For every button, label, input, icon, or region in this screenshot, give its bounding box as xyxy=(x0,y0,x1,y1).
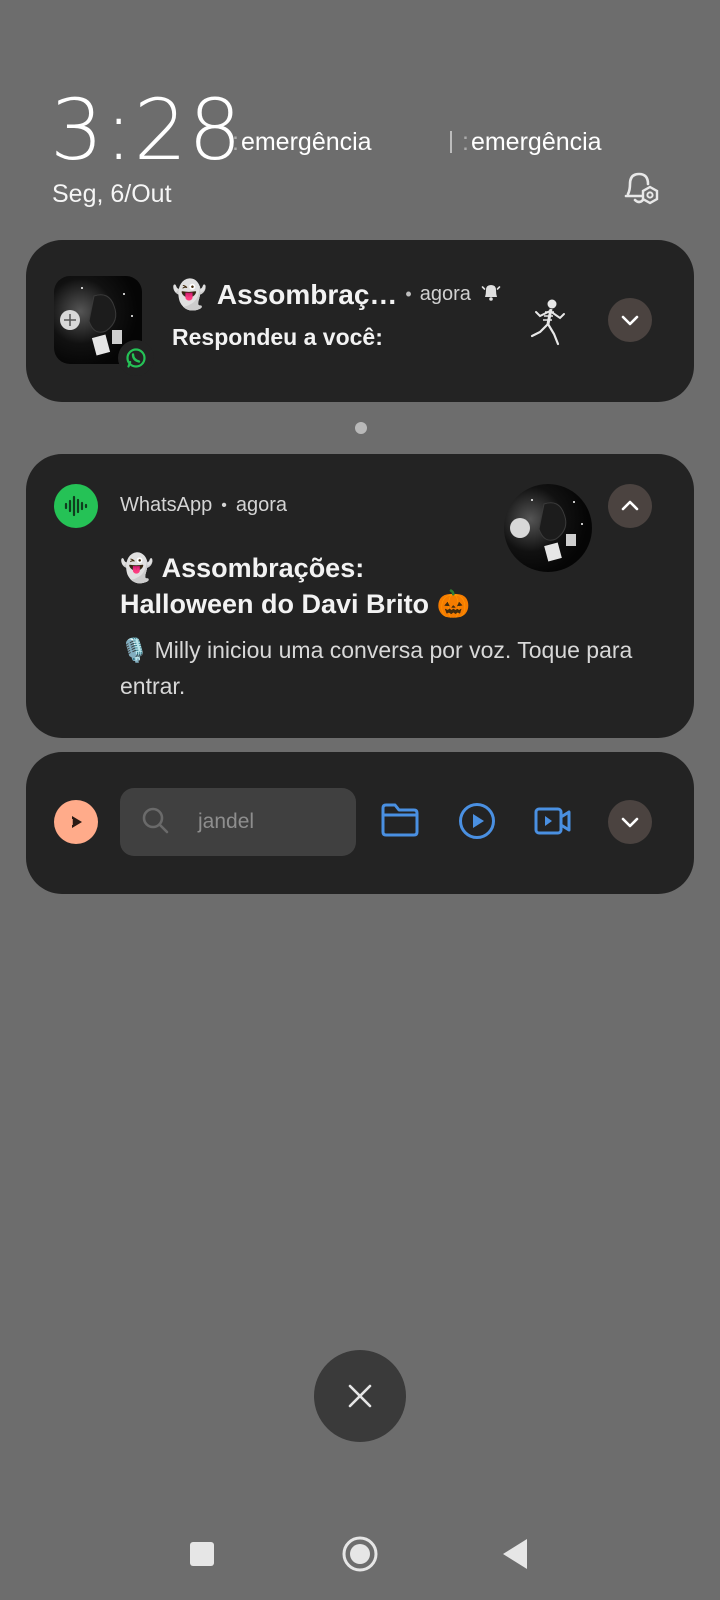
notification-card-group[interactable]: 👻 Assombraç… • agora Respondeu a você: xyxy=(26,240,694,402)
notification-time: agora xyxy=(419,283,471,305)
microphone-emoji: 🎙️ xyxy=(120,637,149,663)
expand-button[interactable] xyxy=(608,800,652,844)
chevron-down-icon xyxy=(621,817,639,828)
notification-time: agora xyxy=(235,494,288,516)
voice-chat-icon xyxy=(54,484,98,528)
back-button[interactable] xyxy=(500,1534,530,1578)
square-icon xyxy=(190,1542,214,1566)
notification-settings-icon[interactable] xyxy=(620,168,664,212)
separator: • xyxy=(405,284,412,304)
app-name: WhatsApp xyxy=(120,494,213,516)
close-icon xyxy=(348,1384,372,1408)
app-header: WhatsApp • agora xyxy=(120,494,287,517)
search-input[interactable]: jandel xyxy=(120,788,356,856)
group-name: Assombraç… xyxy=(216,278,398,310)
triangle-back-icon xyxy=(503,1539,527,1569)
separator: • xyxy=(221,496,227,514)
notification-card-voice-chat[interactable]: WhatsApp • agora 👻 Assombrações: Hallowee… xyxy=(26,454,694,738)
chevron-down-icon xyxy=(621,315,639,326)
search-placeholder: jandel xyxy=(198,810,255,833)
group-avatar xyxy=(504,484,592,572)
alert-bell-icon xyxy=(481,282,501,307)
player-icon xyxy=(54,800,98,844)
notification-body: 🎙️ Milly iniciou uma conversa por voz. To… xyxy=(120,637,633,699)
folder-icon[interactable] xyxy=(380,802,420,843)
emergency-call-label-1: :emergência xyxy=(232,128,372,156)
whatsapp-icon xyxy=(118,340,154,376)
notification-card-player[interactable]: jandel xyxy=(26,752,694,894)
notification-body: Respondeu a você: xyxy=(172,324,383,350)
clock[interactable]: 3:28 xyxy=(50,88,243,172)
page-indicator xyxy=(355,422,367,434)
recents-button[interactable] xyxy=(188,1534,216,1578)
collapse-button[interactable] xyxy=(608,484,652,528)
play-circle-icon[interactable] xyxy=(458,802,496,845)
notification-title: 👻 Assombrações: Halloween do Davi Brito 🎃 xyxy=(120,553,471,619)
emergency-call-label-2: :emergência xyxy=(450,128,602,157)
expand-button[interactable] xyxy=(608,298,652,342)
notification-title-row: 👻 Assombraç… • agora xyxy=(172,278,501,311)
chevron-up-icon xyxy=(621,500,639,511)
date: Seg, 6/Out xyxy=(52,180,172,208)
ghost-emoji: 👻 xyxy=(172,279,207,310)
ghost-emoji: 👻 xyxy=(120,553,154,583)
home-button[interactable] xyxy=(340,1534,380,1578)
pumpkin-emoji: 🎃 xyxy=(436,589,471,619)
video-icon[interactable] xyxy=(534,804,572,843)
skeleton-icon xyxy=(528,298,568,355)
clear-all-button[interactable] xyxy=(314,1350,406,1442)
search-icon xyxy=(140,805,170,840)
circle-icon xyxy=(342,1536,378,1572)
